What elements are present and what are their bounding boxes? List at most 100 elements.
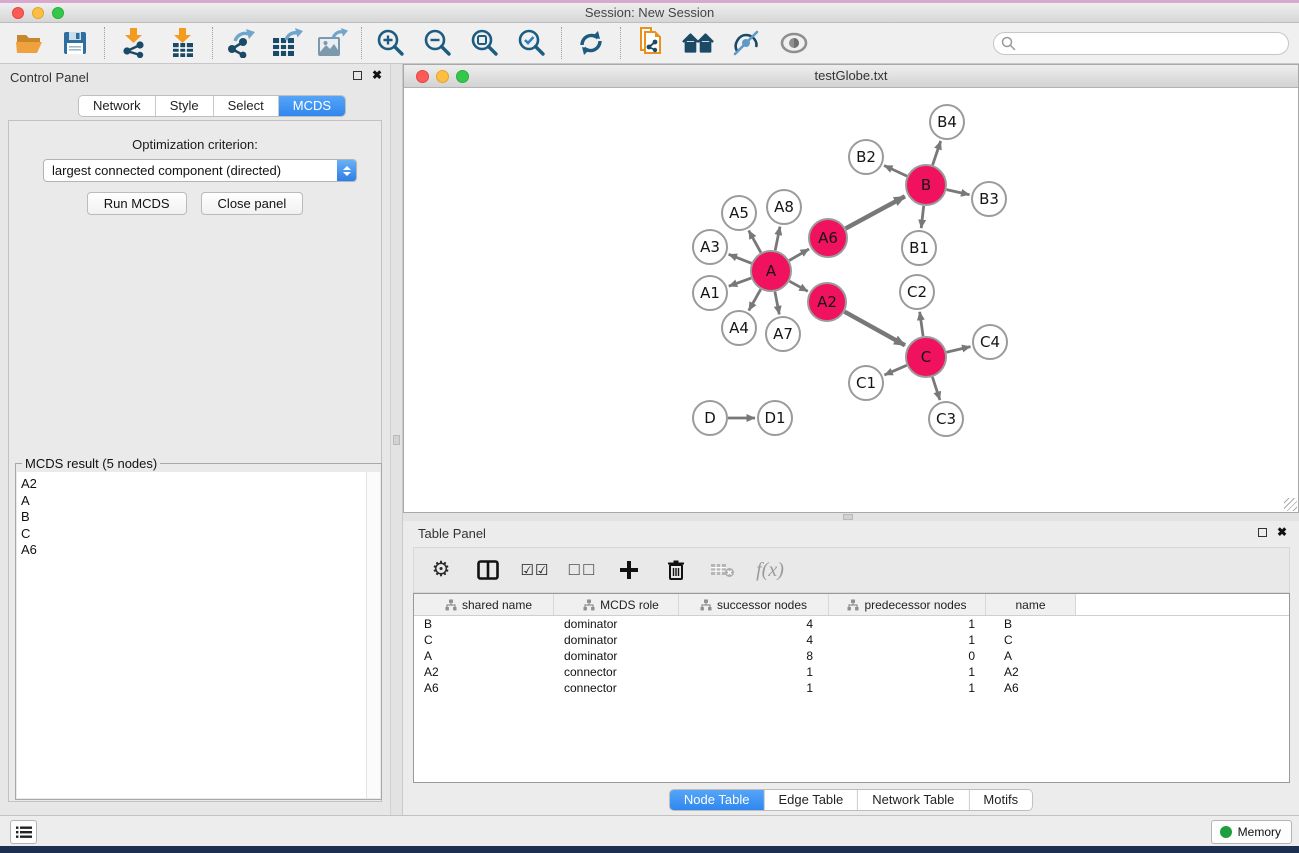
mcds-panel: Optimization criterion: largest connecte… [8, 120, 382, 802]
tab-mcds[interactable]: MCDS [279, 96, 345, 116]
show-columns-icon[interactable] [475, 556, 501, 584]
open-session-icon[interactable] [13, 27, 45, 59]
table-row[interactable]: C dominator 4 1 C [414, 632, 1289, 648]
import-network-icon[interactable] [118, 27, 150, 59]
graph-edge-A-A3[interactable] [729, 254, 752, 263]
memory-button[interactable]: Memory [1211, 820, 1292, 844]
network-window-titlebar[interactable]: testGlobe.txt [404, 65, 1298, 88]
column-label: name [1015, 598, 1045, 612]
function-builder-icon[interactable]: f(x) [757, 556, 783, 584]
cell-predecessor-nodes: 1 [829, 664, 986, 680]
column-type-icon [700, 599, 712, 611]
task-history-button[interactable] [10, 820, 37, 844]
search-input[interactable] [1016, 35, 1288, 53]
table-row[interactable]: A dominator 8 0 A [414, 648, 1289, 664]
zoom-out-icon[interactable] [422, 27, 454, 59]
tab-network-table[interactable]: Network Table [858, 790, 969, 810]
result-list-scrollbar[interactable] [366, 472, 380, 798]
horizontal-split-divider[interactable] [403, 513, 1299, 521]
column-header-shared-name[interactable]: shared name [414, 594, 554, 615]
network-from-file-icon[interactable] [634, 27, 666, 59]
home-icon[interactable] [682, 27, 714, 59]
zoom-in-icon[interactable] [375, 27, 407, 59]
table-settings-icon[interactable]: ⚙ [428, 556, 454, 584]
graph-edge-B-B4[interactable] [933, 141, 941, 165]
graph-edge-A2-C[interactable] [845, 312, 906, 346]
show-graphics-icon[interactable] [778, 27, 810, 59]
mcds-result-list[interactable]: A2 A B C A6 [17, 472, 366, 798]
column-label: successor nodes [717, 598, 807, 612]
mcds-result-item[interactable]: B [21, 509, 366, 526]
graph-edge-A-A8[interactable] [775, 227, 780, 251]
import-table-icon[interactable] [167, 27, 199, 59]
column-header-successor-nodes[interactable]: successor nodes [679, 594, 829, 615]
graph-edge-B-B1[interactable] [921, 206, 924, 228]
graph-edge-B-B3[interactable] [947, 190, 970, 195]
graph-node-label-C2: C2 [907, 283, 927, 301]
tab-motifs[interactable]: Motifs [969, 790, 1032, 810]
tab-edge-table[interactable]: Edge Table [764, 790, 858, 810]
deselect-all-rows-icon[interactable]: ☐☐ [569, 556, 595, 584]
divider-handle[interactable] [843, 514, 853, 520]
mcds-result-item[interactable]: A2 [21, 476, 366, 493]
delete-table-icon[interactable] [710, 556, 736, 584]
vertical-split-divider[interactable] [390, 64, 403, 815]
column-header-name[interactable]: name [986, 594, 1076, 615]
network-view-window: testGlobe.txt B4B2BB3A8A5A6A3B1AA1C2A2A4… [403, 64, 1299, 513]
cell-shared-name: A2 [414, 664, 554, 680]
graph-edge-A-A4[interactable] [749, 289, 761, 310]
table-row[interactable]: A2 connector 1 1 A2 [414, 664, 1289, 680]
export-network-icon[interactable] [226, 27, 258, 59]
column-header-predecessor-nodes[interactable]: predecessor nodes [829, 594, 986, 615]
close-panel-icon[interactable]: ✖ [1277, 527, 1287, 537]
save-session-icon[interactable] [59, 27, 91, 59]
tab-network[interactable]: Network [79, 96, 156, 116]
mcds-result-item[interactable]: A6 [21, 542, 366, 559]
delete-column-icon[interactable] [663, 556, 689, 584]
window-title: Session: New Session [0, 5, 1299, 20]
graph-edge-A-A1[interactable] [729, 278, 751, 286]
criterion-dropdown[interactable]: largest connected component (directed) [43, 159, 357, 182]
zoom-selected-icon[interactable] [516, 27, 548, 59]
export-table-icon[interactable] [271, 27, 303, 59]
cell-predecessor-nodes: 0 [829, 648, 986, 664]
window-resize-grip[interactable] [1284, 498, 1297, 511]
graph-edge-C-C3[interactable] [932, 377, 940, 400]
graph-edge-A-A7[interactable] [775, 292, 779, 315]
run-mcds-button[interactable]: Run MCDS [87, 192, 187, 215]
table-row[interactable]: A6 connector 1 1 A6 [414, 680, 1289, 696]
tab-style[interactable]: Style [156, 96, 214, 116]
graph-edge-A-A5[interactable] [749, 231, 761, 253]
select-all-rows-icon[interactable]: ☑☑ [522, 556, 548, 584]
table-row[interactable]: B dominator 4 1 B [414, 616, 1289, 632]
graph-edge-B-B2[interactable] [884, 166, 907, 177]
column-type-icon [847, 599, 859, 611]
graph-node-label-B3: B3 [979, 190, 999, 208]
tab-node-table[interactable]: Node Table [670, 790, 765, 810]
search-field[interactable] [993, 32, 1289, 55]
graph-edge-A-A2[interactable] [789, 281, 807, 291]
graph-edge-C-C1[interactable] [884, 365, 906, 375]
close-panel-button[interactable]: Close panel [201, 192, 304, 215]
export-image-icon[interactable] [316, 27, 348, 59]
graph-node-label-A6: A6 [818, 229, 838, 247]
column-header-mcds-role[interactable]: MCDS role [554, 594, 679, 615]
graph-edge-C-C2[interactable] [920, 312, 923, 336]
refresh-view-icon[interactable] [575, 27, 607, 59]
zoom-fit-icon[interactable] [469, 27, 501, 59]
mcds-result-item[interactable]: C [21, 526, 366, 543]
tab-select[interactable]: Select [214, 96, 279, 116]
graph-edge-C-C4[interactable] [946, 347, 970, 353]
float-panel-icon[interactable] [1258, 528, 1267, 537]
mcds-result-item[interactable]: A [21, 493, 366, 510]
network-canvas[interactable]: B4B2BB3A8A5A6A3B1AA1C2A2A4A7C4CC1DD1C3 [404, 88, 1298, 512]
divider-handle[interactable] [393, 435, 400, 445]
graph-edge-A6-B[interactable] [846, 196, 905, 228]
table-toolbar: ⚙ ☑☑ ☐☐ [413, 547, 1290, 593]
search-icon [1001, 36, 1016, 51]
graph-edge-A-A6[interactable] [789, 249, 809, 261]
float-panel-icon[interactable] [353, 71, 362, 80]
hide-graphics-details-icon[interactable] [730, 27, 762, 59]
add-column-icon[interactable] [616, 556, 642, 584]
close-panel-icon[interactable]: ✖ [372, 70, 382, 80]
